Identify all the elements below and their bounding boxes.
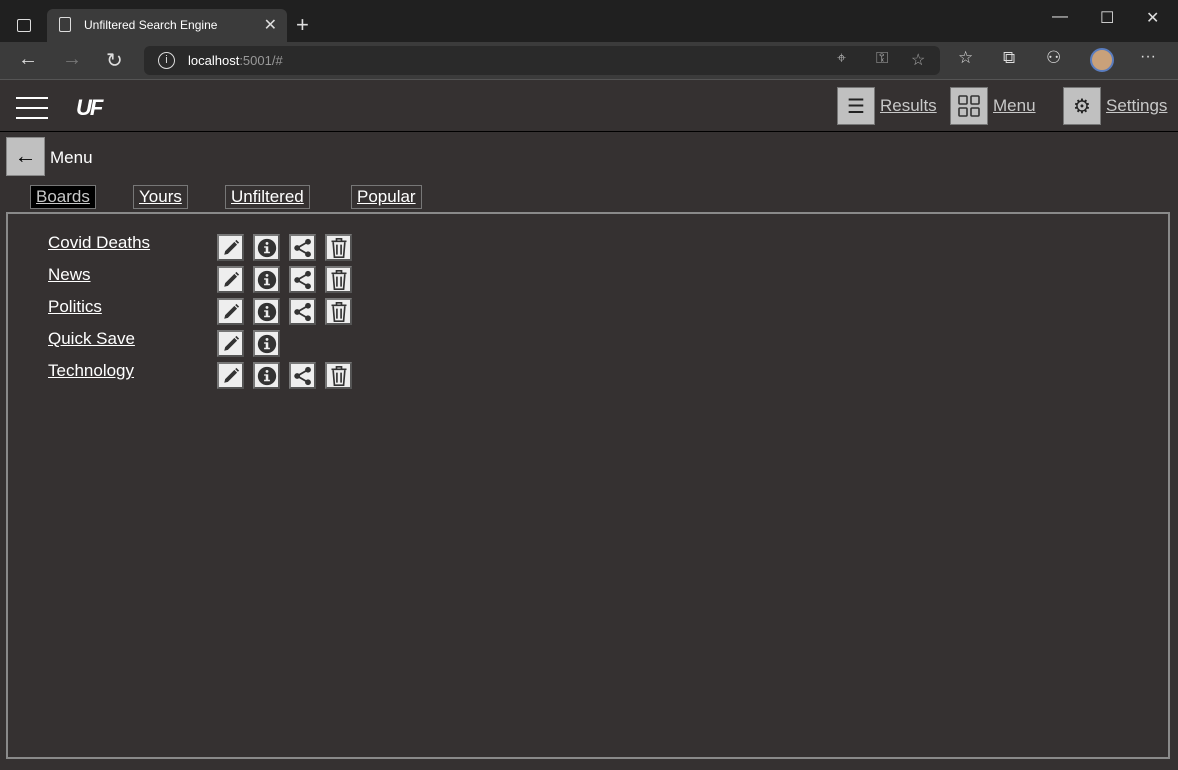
info-board-button[interactable] (253, 234, 280, 261)
browser-tab[interactable]: Unfiltered Search Engine ✕ (47, 9, 287, 42)
trash-icon (329, 365, 349, 387)
collections-icon[interactable]: ⧉ (1003, 48, 1015, 68)
new-tab-icon[interactable]: + (296, 12, 309, 38)
delete-board-button[interactable] (325, 266, 352, 293)
tab-popular[interactable]: Popular (351, 185, 422, 209)
menu-link[interactable]: Menu (993, 96, 1036, 116)
browser-titlebar: Unfiltered Search Engine ✕ + — ☐ ✕ (0, 0, 1178, 42)
board-link[interactable]: News (48, 265, 91, 285)
share-board-button[interactable] (289, 234, 316, 261)
tab-actions-icon[interactable] (17, 19, 31, 32)
app-header: UF ☰ Results Menu ⚙ Settings (0, 81, 1178, 132)
grid-icon[interactable] (950, 87, 988, 125)
info-icon (257, 366, 277, 386)
maximize-icon[interactable]: ☐ (1100, 8, 1114, 28)
info-icon (257, 270, 277, 290)
trash-icon (329, 301, 349, 323)
minimize-icon[interactable]: — (1052, 8, 1068, 26)
info-board-button[interactable] (253, 298, 280, 325)
share-icon (293, 270, 313, 290)
url-path: :5001/# (239, 53, 283, 68)
share-board-button[interactable] (289, 266, 316, 293)
settings-link[interactable]: Settings (1106, 96, 1167, 116)
share-icon (293, 302, 313, 322)
extensions-icon[interactable]: ⚇ (1046, 48, 1061, 68)
settings-button[interactable]: ⚙ Settings (1063, 87, 1167, 125)
pencil-icon (222, 239, 240, 257)
board-link[interactable]: Technology (48, 361, 134, 381)
more-icon[interactable]: ··· (1140, 48, 1156, 66)
tab-boards[interactable]: Boards (30, 185, 96, 209)
logo: UF (76, 95, 103, 120)
info-board-button[interactable] (253, 266, 280, 293)
edit-board-button[interactable] (217, 298, 244, 325)
edit-board-button[interactable] (217, 362, 244, 389)
reload-icon[interactable]: ↻ (106, 48, 123, 73)
results-link[interactable]: Results (880, 96, 937, 116)
pencil-icon (222, 335, 240, 353)
delete-board-button[interactable] (325, 234, 352, 261)
info-icon (257, 238, 277, 258)
trash-icon (329, 237, 349, 259)
address-bar[interactable]: i localhost:5001/# ⌖ ⚿ ☆ (144, 46, 940, 75)
back-icon[interactable]: ← (18, 48, 38, 71)
delete-board-button[interactable] (325, 298, 352, 325)
board-link[interactable]: Covid Deaths (48, 233, 150, 253)
pencil-icon (222, 271, 240, 289)
pencil-icon (222, 303, 240, 321)
tab-title: Unfiltered Search Engine (84, 18, 218, 32)
edit-board-button[interactable] (217, 330, 244, 357)
profile-avatar[interactable] (1090, 48, 1114, 72)
results-button[interactable]: ☰ Results (837, 87, 937, 125)
back-button[interactable]: ← (6, 137, 45, 176)
boards-panel: Covid Deaths News Politics Quick Save Techno… (6, 212, 1170, 759)
url-host: localhost (188, 53, 240, 68)
page-icon (59, 17, 71, 32)
tab-unfiltered[interactable]: Unfiltered (225, 185, 310, 209)
list-icon[interactable]: ☰ (837, 87, 875, 125)
share-icon (293, 238, 313, 258)
info-board-button[interactable] (253, 330, 280, 357)
share-board-button[interactable] (289, 362, 316, 389)
trash-icon (329, 269, 349, 291)
share-icon (293, 366, 313, 386)
location-icon[interactable]: ⌖ (837, 50, 846, 68)
add-favorite-icon[interactable]: ☆ (911, 50, 925, 70)
edit-board-button[interactable] (217, 234, 244, 261)
tab-yours[interactable]: Yours (133, 185, 188, 209)
forward-icon[interactable]: → (62, 48, 82, 71)
close-tab-icon[interactable]: ✕ (264, 15, 277, 35)
share-board-button[interactable] (289, 298, 316, 325)
board-link[interactable]: Quick Save (48, 329, 135, 349)
favorites-icon[interactable]: ☆ (958, 48, 973, 68)
board-link[interactable]: Politics (48, 297, 102, 317)
hamburger-menu-icon[interactable] (16, 97, 48, 119)
pencil-icon (222, 367, 240, 385)
info-icon (257, 334, 277, 354)
info-board-button[interactable] (253, 362, 280, 389)
menu-button[interactable]: Menu (950, 87, 1036, 125)
info-icon[interactable]: i (158, 52, 175, 69)
close-window-icon[interactable]: ✕ (1146, 8, 1159, 28)
edit-board-button[interactable] (217, 266, 244, 293)
browser-toolbar: ← → ↻ i localhost:5001/# ⌖ ⚿ ☆ ☆ ⧉ ⚇ ··· (0, 42, 1178, 80)
delete-board-button[interactable] (325, 362, 352, 389)
info-icon (257, 302, 277, 322)
page-title: Menu (50, 148, 93, 167)
gear-icon[interactable]: ⚙ (1063, 87, 1101, 125)
key-icon[interactable]: ⚿ (876, 50, 888, 68)
